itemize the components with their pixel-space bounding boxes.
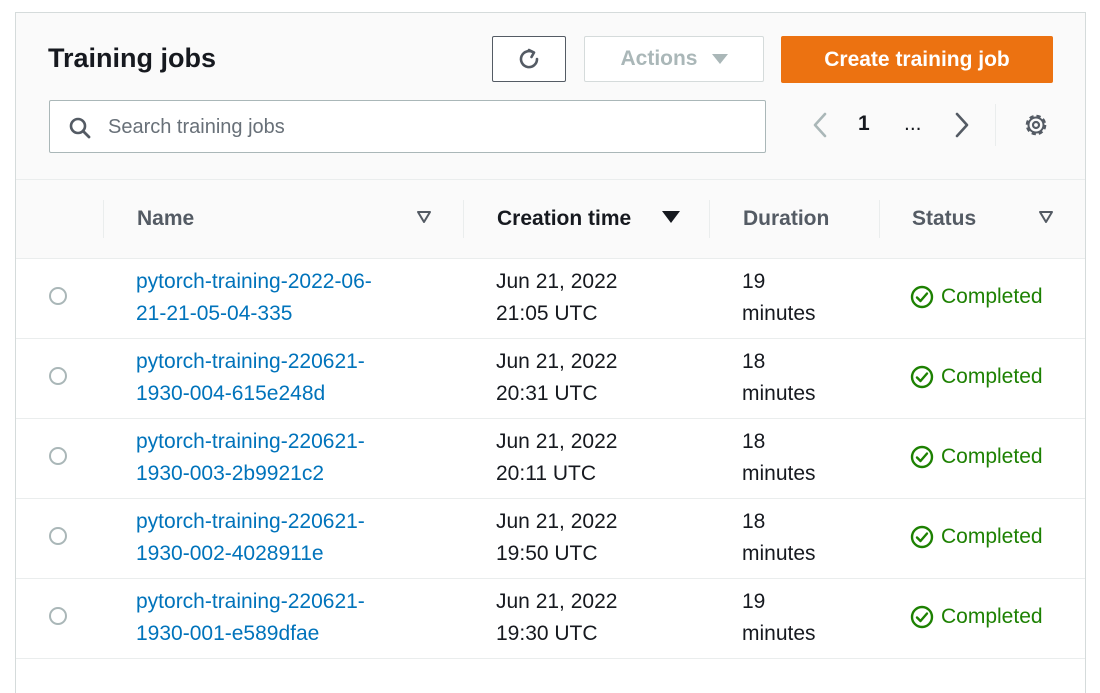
- check-circle-icon: [910, 365, 934, 389]
- column-divider: [463, 200, 464, 238]
- column-header-status[interactable]: Status: [912, 180, 976, 258]
- status-cell: Completed: [910, 365, 1043, 389]
- training-jobs-panel: Training jobs Actions Create training jo…: [15, 12, 1086, 693]
- job-name-link[interactable]: pytorch-training-220621- 1930-003-2b9921…: [136, 426, 466, 490]
- table-row[interactable]: pytorch-training-2022-06- 21-21-05-04-33…: [16, 259, 1085, 339]
- table-row[interactable]: pytorch-training-220621- 1930-002-402891…: [16, 499, 1085, 579]
- creation-time-cell: Jun 21, 2022 20:31 UTC: [496, 350, 618, 405]
- job-name-link[interactable]: pytorch-training-220621- 1930-002-402891…: [136, 506, 466, 570]
- status-cell: Completed: [910, 525, 1043, 549]
- row-select-radio[interactable]: [49, 367, 67, 385]
- check-circle-icon: [910, 285, 934, 309]
- pagination-divider: [995, 104, 996, 146]
- refresh-button[interactable]: [492, 36, 566, 82]
- status-label: Completed: [941, 525, 1043, 548]
- create-training-job-button[interactable]: Create training job: [781, 36, 1053, 83]
- creation-time-cell: Jun 21, 2022 19:30 UTC: [496, 590, 618, 645]
- creation-time-cell: Jun 21, 2022 19:50 UTC: [496, 510, 618, 565]
- sort-outline-icon[interactable]: [416, 210, 432, 224]
- duration-cell: 19 minutes: [742, 590, 816, 645]
- panel-header: Training jobs Actions Create training jo…: [16, 13, 1085, 180]
- sort-descending-icon[interactable]: [662, 211, 680, 223]
- column-header-name[interactable]: Name: [137, 180, 194, 258]
- column-divider: [103, 200, 104, 238]
- caret-down-icon: [711, 54, 728, 64]
- status-label: Completed: [941, 365, 1043, 388]
- creation-time-cell: Jun 21, 2022 20:11 UTC: [496, 430, 618, 485]
- next-page-icon[interactable]: [950, 110, 974, 140]
- column-divider: [879, 200, 880, 238]
- check-circle-icon: [910, 605, 934, 629]
- row-select-radio[interactable]: [49, 447, 67, 465]
- gear-icon[interactable]: [1022, 111, 1050, 139]
- column-header-creation-time[interactable]: Creation time: [497, 180, 631, 258]
- duration-cell: 18 minutes: [742, 350, 816, 405]
- table-header: Name Creation time Duration Status: [16, 180, 1085, 259]
- check-circle-icon: [910, 445, 934, 469]
- status-label: Completed: [941, 605, 1043, 628]
- duration-cell: 19 minutes: [742, 270, 816, 325]
- table-row[interactable]: pytorch-training-220621- 1930-003-2b9921…: [16, 419, 1085, 499]
- status-cell: Completed: [910, 605, 1043, 629]
- actions-dropdown-button[interactable]: Actions: [584, 36, 764, 82]
- sort-outline-icon[interactable]: [1038, 210, 1054, 224]
- row-select-radio[interactable]: [49, 287, 67, 305]
- row-select-radio[interactable]: [49, 607, 67, 625]
- search-icon: [69, 117, 91, 139]
- page-title: Training jobs: [48, 43, 217, 73]
- job-name-link[interactable]: pytorch-training-220621- 1930-004-615e24…: [136, 346, 466, 410]
- column-header-duration[interactable]: Duration: [743, 180, 829, 258]
- table-row[interactable]: pytorch-training-220621- 1930-001-e589df…: [16, 579, 1085, 659]
- actions-label: Actions: [620, 47, 698, 70]
- row-select-radio[interactable]: [49, 527, 67, 545]
- status-cell: Completed: [910, 445, 1043, 469]
- creation-time-cell: Jun 21, 2022 21:05 UTC: [496, 270, 618, 325]
- status-label: Completed: [941, 285, 1043, 308]
- current-page-button[interactable]: 1: [858, 112, 870, 136]
- table-row[interactable]: pytorch-training-220621- 1930-004-615e24…: [16, 339, 1085, 419]
- refresh-icon: [519, 48, 539, 69]
- search-field[interactable]: Search training jobs: [49, 100, 766, 153]
- column-divider: [709, 200, 710, 238]
- job-name-link[interactable]: pytorch-training-2022-06- 21-21-05-04-33…: [136, 266, 466, 330]
- duration-cell: 18 minutes: [742, 510, 816, 565]
- job-name-link[interactable]: pytorch-training-220621- 1930-001-e589df…: [136, 586, 466, 650]
- pagination-ellipsis: ...: [904, 112, 922, 135]
- duration-cell: 18 minutes: [742, 430, 816, 485]
- status-label: Completed: [941, 445, 1043, 468]
- status-cell: Completed: [910, 285, 1043, 309]
- check-circle-icon: [910, 525, 934, 549]
- previous-page-icon[interactable]: [808, 110, 832, 140]
- search-placeholder: Search training jobs: [108, 116, 285, 138]
